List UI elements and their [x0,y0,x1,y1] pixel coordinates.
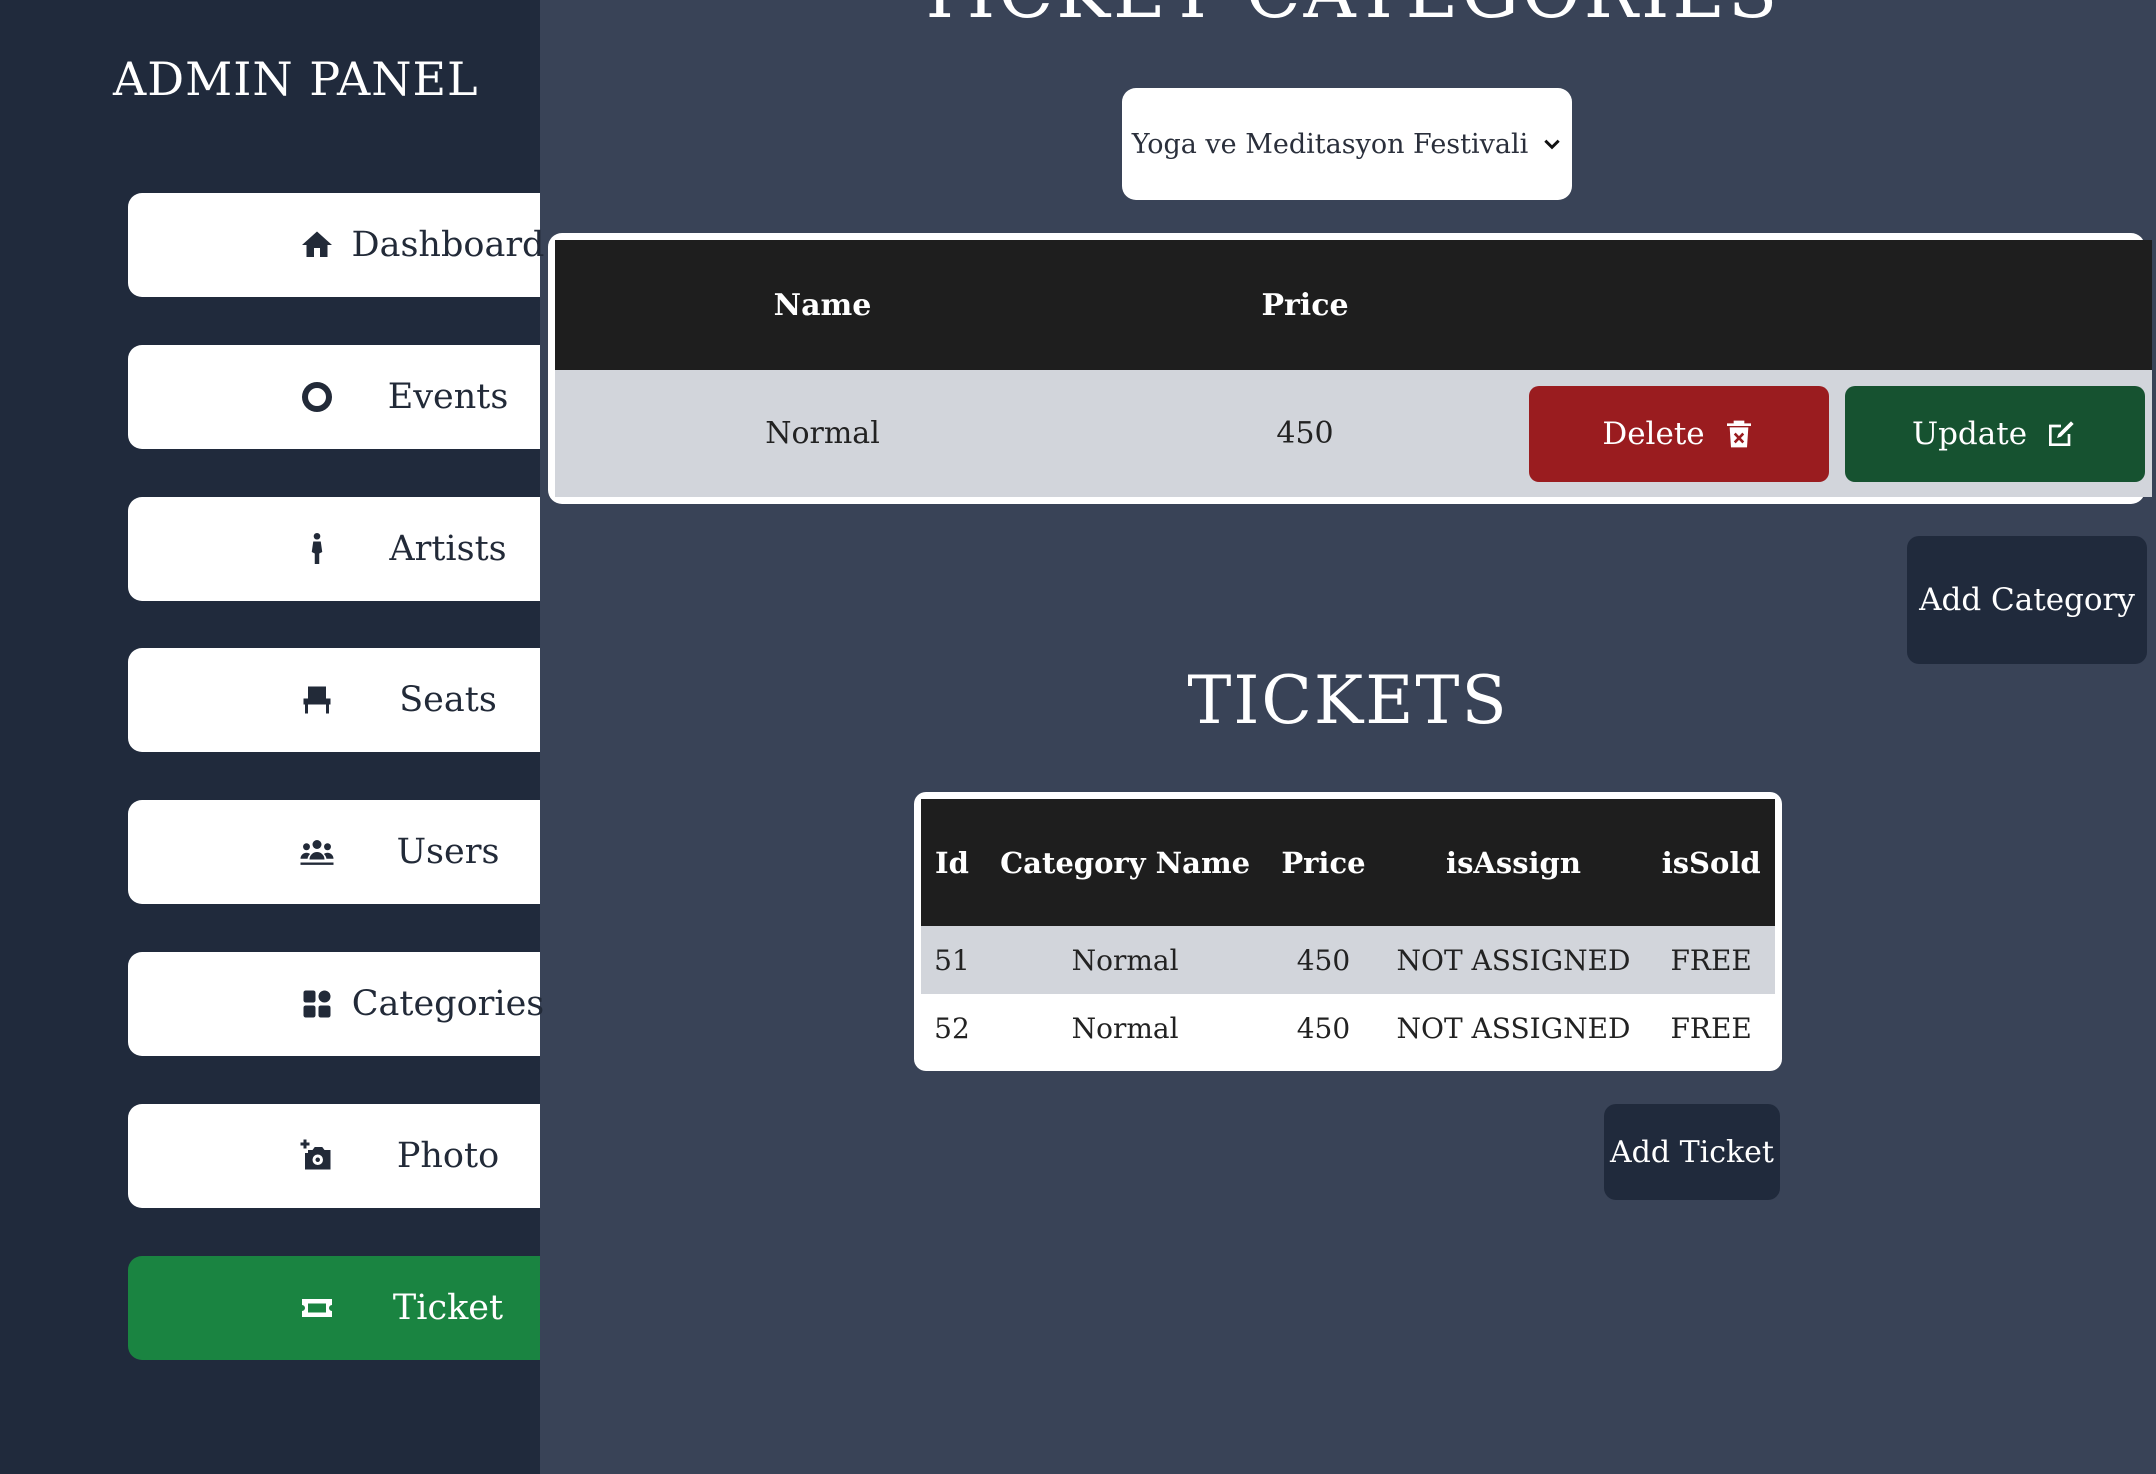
events-icon [297,377,337,417]
add-ticket-button[interactable]: Add Ticket [1604,1104,1780,1200]
home-icon [297,225,337,265]
sidebar-item-label: Dashboard [351,225,545,265]
ticket-price-cell: 450 [1267,926,1380,994]
column-header: Id [921,799,983,926]
tickets-title: TICKETS [1187,662,1509,739]
column-header: Name [555,240,1090,370]
users-icon [297,832,337,872]
update-button[interactable]: Update [1844,385,2145,482]
ticket-icon [297,1288,337,1328]
tickets-table: Id Category Name Price isAssign isSold 5… [914,792,1782,1071]
category-name-cell: Normal [555,370,1090,497]
chevron-down-icon [1544,139,1560,150]
ticket-category-cell: Normal [982,926,1268,994]
ticket-assign-cell: NOT ASSIGNED [1379,926,1648,994]
sidebar: ADMIN PANEL Dashboard Events Artists Sea… [0,0,545,1474]
event-select[interactable]: Yoga ve Meditasyon Festivali [1122,88,1572,200]
column-header-empty [1837,240,2152,370]
sidebar-item-label: Artists [389,529,507,569]
column-header: Category Name [982,799,1268,926]
brand-title: ADMIN PANEL [113,52,479,106]
edit-icon [2049,420,2074,446]
categories-icon [297,984,337,1024]
categories-table: Name Price Normal 450 Delete Update [548,233,2152,504]
ticket-sold-cell: FREE [1647,994,1775,1062]
artist-icon [297,529,337,569]
column-header: isSold [1647,799,1775,926]
sidebar-item-label: Events [387,377,509,417]
sidebar-item-dashboard[interactable]: Dashboard [128,193,545,297]
sidebar-item-label: Ticket [392,1288,504,1328]
ticket-category-cell: Normal [982,994,1268,1062]
sidebar-item-ticket[interactable]: Ticket [128,1256,540,1360]
ticket-assign-cell: NOT ASSIGNED [1379,994,1648,1062]
sidebar-item-users[interactable]: Users [128,800,540,904]
sidebar-item-label: Photo [396,1136,500,1176]
trash-icon [1726,420,1751,447]
delete-button[interactable]: Delete [1528,385,1829,482]
seat-icon [297,680,337,720]
update-label: Update [1911,415,2028,452]
sidebar-item-categories[interactable]: Categories [128,952,545,1056]
column-header: isAssign [1379,799,1648,926]
table-row: 51 Normal 450 NOT ASSIGNED FREE [921,926,1775,994]
table-row: 52 Normal 450 NOT ASSIGNED FREE [921,994,1775,1062]
sidebar-item-label: Seats [399,680,497,720]
event-select-value: Yoga ve Meditasyon Festivali [1131,128,1529,160]
column-header: Price [1267,799,1380,926]
sidebar-item-photo[interactable]: Photo [128,1104,540,1208]
sidebar-item-label: Users [396,832,500,872]
sidebar-item-seats[interactable]: Seats [128,648,540,752]
table-header-row: Id Category Name Price isAssign isSold [921,799,1775,926]
table-row: Normal 450 Delete Update [555,370,2152,497]
page-title: TICKET CATEGORIES [540,0,2156,34]
ticket-id-cell: 51 [921,926,983,994]
add-category-button[interactable]: Add Category [1907,536,2147,664]
delete-cell: Delete [1520,370,1837,497]
column-header-empty [1520,240,1837,370]
sidebar-item-events[interactable]: Events [128,345,540,449]
ticket-price-cell: 450 [1267,994,1380,1062]
column-header: Price [1090,240,1520,370]
table-header-row: Name Price [555,240,2152,370]
delete-label: Delete [1602,415,1705,452]
ticket-id-cell: 52 [921,994,983,1062]
ticket-sold-cell: FREE [1647,926,1775,994]
add-photo-icon [297,1136,337,1176]
update-cell: Update [1837,370,2152,497]
category-price-cell: 450 [1090,370,1520,497]
sidebar-item-artists[interactable]: Artists [128,497,540,601]
sidebar-item-label: Categories [351,984,545,1024]
